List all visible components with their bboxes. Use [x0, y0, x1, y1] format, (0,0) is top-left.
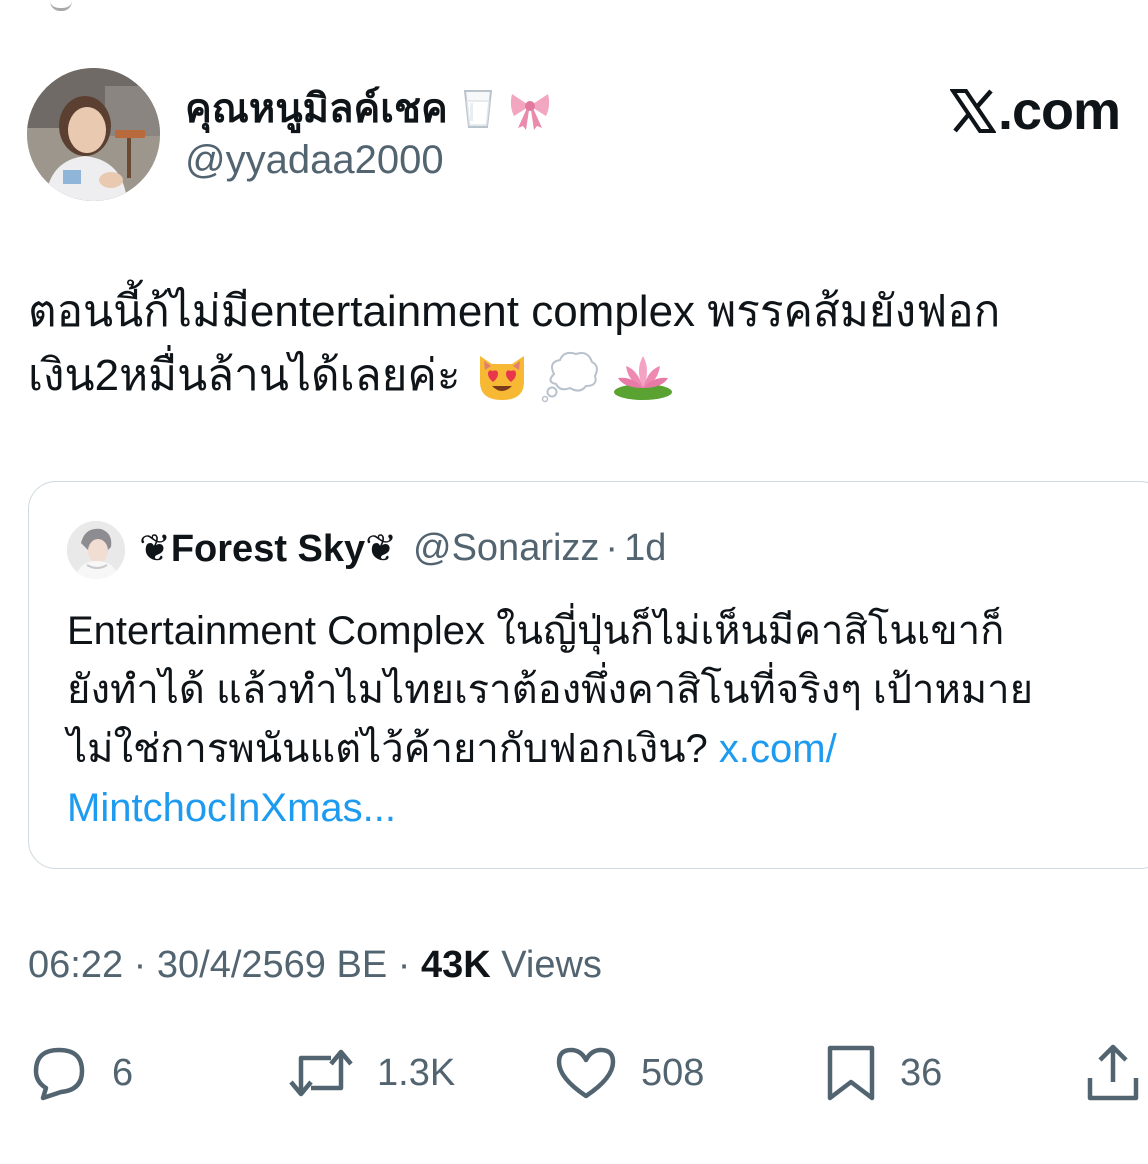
author-handle[interactable]: @yyadaa2000 [185, 138, 444, 183]
quoted-text-line-3-text: ไม่ใช่การพนันแต่ไว้ค้ายากับฟอกเงิน? [67, 727, 719, 771]
tweet-text: ตอนนี้ก้ไม่มีentertainment complex พรรคส… [28, 280, 1143, 408]
tweet-meta: 06:22 · 30/4/2569 BE · 43K Views [28, 944, 602, 987]
x-com-brand: .com [949, 80, 1121, 142]
author-display-name-row[interactable]: คุณหนูมิลค์เชค [185, 80, 552, 136]
bookmark-icon [827, 1045, 875, 1101]
lotus-emoji [614, 356, 673, 400]
bookmark-button[interactable]: 36 [824, 1038, 942, 1108]
action-bar: 6 1.3K 508 36 [0, 1038, 1148, 1108]
meta-separator-1: · [123, 944, 157, 986]
share-button[interactable] [1084, 1038, 1142, 1108]
views-label: Views [490, 944, 602, 986]
like-button[interactable]: 508 [553, 1038, 704, 1108]
repost-count: 1.3K [377, 1051, 456, 1094]
quoted-link-part-2[interactable]: MintchocInXmas... [67, 779, 1127, 838]
ribbon-emoji [510, 94, 549, 130]
tweet-line-1: ตอนนี้ก้ไม่มีentertainment complex พรรคส… [28, 287, 1001, 336]
quoted-text-line-2: ยังทำได้ แล้วทำไมไทยเราต้องพึ่งคาสิโนที่… [67, 668, 1034, 712]
tweet-line-2-text: เงิน2หมื่นล้านได้เลยค่ะ [28, 351, 461, 400]
quoted-author-avatar[interactable] [67, 521, 125, 579]
x-com-label: .com [997, 81, 1121, 141]
reply-count: 6 [112, 1051, 134, 1094]
quoted-avatar-photo [67, 521, 125, 579]
quoted-author-name[interactable]: Forest Sky [171, 528, 365, 570]
quoted-text-line-3: ไม่ใช่การพนันแต่ไว้ค้ายากับฟอกเงิน? x.co… [67, 720, 1127, 779]
bookmark-count: 36 [900, 1051, 943, 1094]
quoted-text-line-1: Entertainment Complex ในญี่ปุ่นก็ไม่เห็น… [67, 609, 1005, 653]
author-avatar-photo [27, 68, 160, 201]
quoted-author-name-row[interactable]: ❦Forest Sky❦ [139, 526, 397, 571]
thought-balloon-emoji [542, 351, 599, 403]
reply-button[interactable]: 6 [28, 1038, 133, 1108]
views-count[interactable]: 43K [421, 944, 491, 986]
heart-icon [556, 1047, 616, 1099]
quoted-header: ❦Forest Sky❦ @Sonarizz · 1d [139, 526, 666, 571]
quoted-name-decoration-right: ❦ [365, 528, 397, 570]
author-display-name[interactable]: คุณหนูมิลค์เชค [185, 76, 448, 140]
milk-glass-emoji [463, 90, 492, 128]
x-logo-icon [949, 89, 996, 133]
tweet-line-2: เงิน2หมื่นล้านได้เลยค่ะ [28, 344, 1143, 408]
meta-separator-2: · [387, 944, 421, 986]
like-count: 508 [641, 1051, 705, 1094]
quoted-author-handle[interactable]: @Sonarizz [413, 527, 599, 570]
top-crop-fragment [50, 0, 72, 11]
author-avatar[interactable] [27, 68, 160, 201]
quoted-separator: · [605, 527, 619, 569]
tweet-emojis [474, 348, 674, 404]
share-icon [1087, 1044, 1139, 1101]
quoted-name-decoration-left: ❦ [139, 528, 171, 570]
quoted-text: Entertainment Complex ในญี่ปุ่นก็ไม่เห็น… [67, 602, 1127, 838]
quoted-link-part-1[interactable]: x.com/ [719, 727, 837, 771]
tweet-date[interactable]: 30/4/2569 BE [157, 944, 387, 986]
heart-eyes-cat-emoji [480, 356, 525, 400]
tweet-time[interactable]: 06:22 [28, 944, 123, 986]
quoted-tweet-card[interactable]: ❦Forest Sky❦ @Sonarizz · 1d Entertainmen… [28, 481, 1148, 869]
repost-icon [289, 1049, 353, 1097]
reply-icon [33, 1047, 85, 1101]
repost-button[interactable]: 1.3K [287, 1038, 455, 1108]
quoted-timestamp[interactable]: 1d [624, 527, 666, 570]
